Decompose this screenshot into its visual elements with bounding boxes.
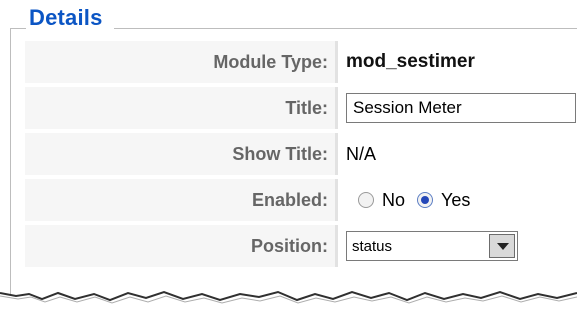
- title-label: Title:: [25, 87, 338, 129]
- dropdown-arrow-icon[interactable]: [489, 234, 515, 258]
- show-title-row: Show Title: N/A: [25, 133, 577, 175]
- fieldset-border-left: [10, 28, 11, 298]
- enabled-no-option[interactable]: No: [358, 190, 405, 211]
- module-type-label: Module Type:: [25, 41, 338, 83]
- module-type-value: mod_sestimer: [346, 51, 475, 72]
- enabled-row: Enabled: No Yes: [25, 179, 577, 221]
- details-form-table: Module Type: mod_sestimer Title: Show Ti…: [25, 37, 577, 271]
- title-field-cell: [338, 87, 577, 129]
- show-title-value: N/A: [346, 143, 377, 164]
- show-title-label: Show Title:: [25, 133, 338, 175]
- position-selected-value: status: [352, 237, 393, 255]
- enabled-field-cell: No Yes: [338, 179, 577, 221]
- position-field-cell: status: [338, 225, 577, 267]
- position-label: Position:: [25, 225, 338, 267]
- title-input[interactable]: [346, 93, 576, 123]
- module-type-row: Module Type: mod_sestimer: [25, 41, 577, 83]
- position-select[interactable]: status: [346, 231, 518, 261]
- torn-paper-edge: [0, 290, 577, 318]
- position-row: Position: status: [25, 225, 577, 267]
- enabled-yes-radio[interactable]: [417, 192, 434, 208]
- enabled-no-label: No: [382, 189, 406, 210]
- enabled-yes-option[interactable]: Yes: [417, 190, 470, 211]
- enabled-no-radio[interactable]: [358, 192, 374, 208]
- fieldset-border-top-right: [114, 28, 577, 29]
- title-row: Title:: [25, 87, 577, 129]
- enabled-radio-group: No Yes: [346, 190, 576, 211]
- enabled-yes-label: Yes: [441, 189, 471, 210]
- enabled-label: Enabled:: [25, 179, 338, 221]
- fieldset-border-top-left: [10, 28, 26, 29]
- details-legend: Details: [29, 5, 103, 30]
